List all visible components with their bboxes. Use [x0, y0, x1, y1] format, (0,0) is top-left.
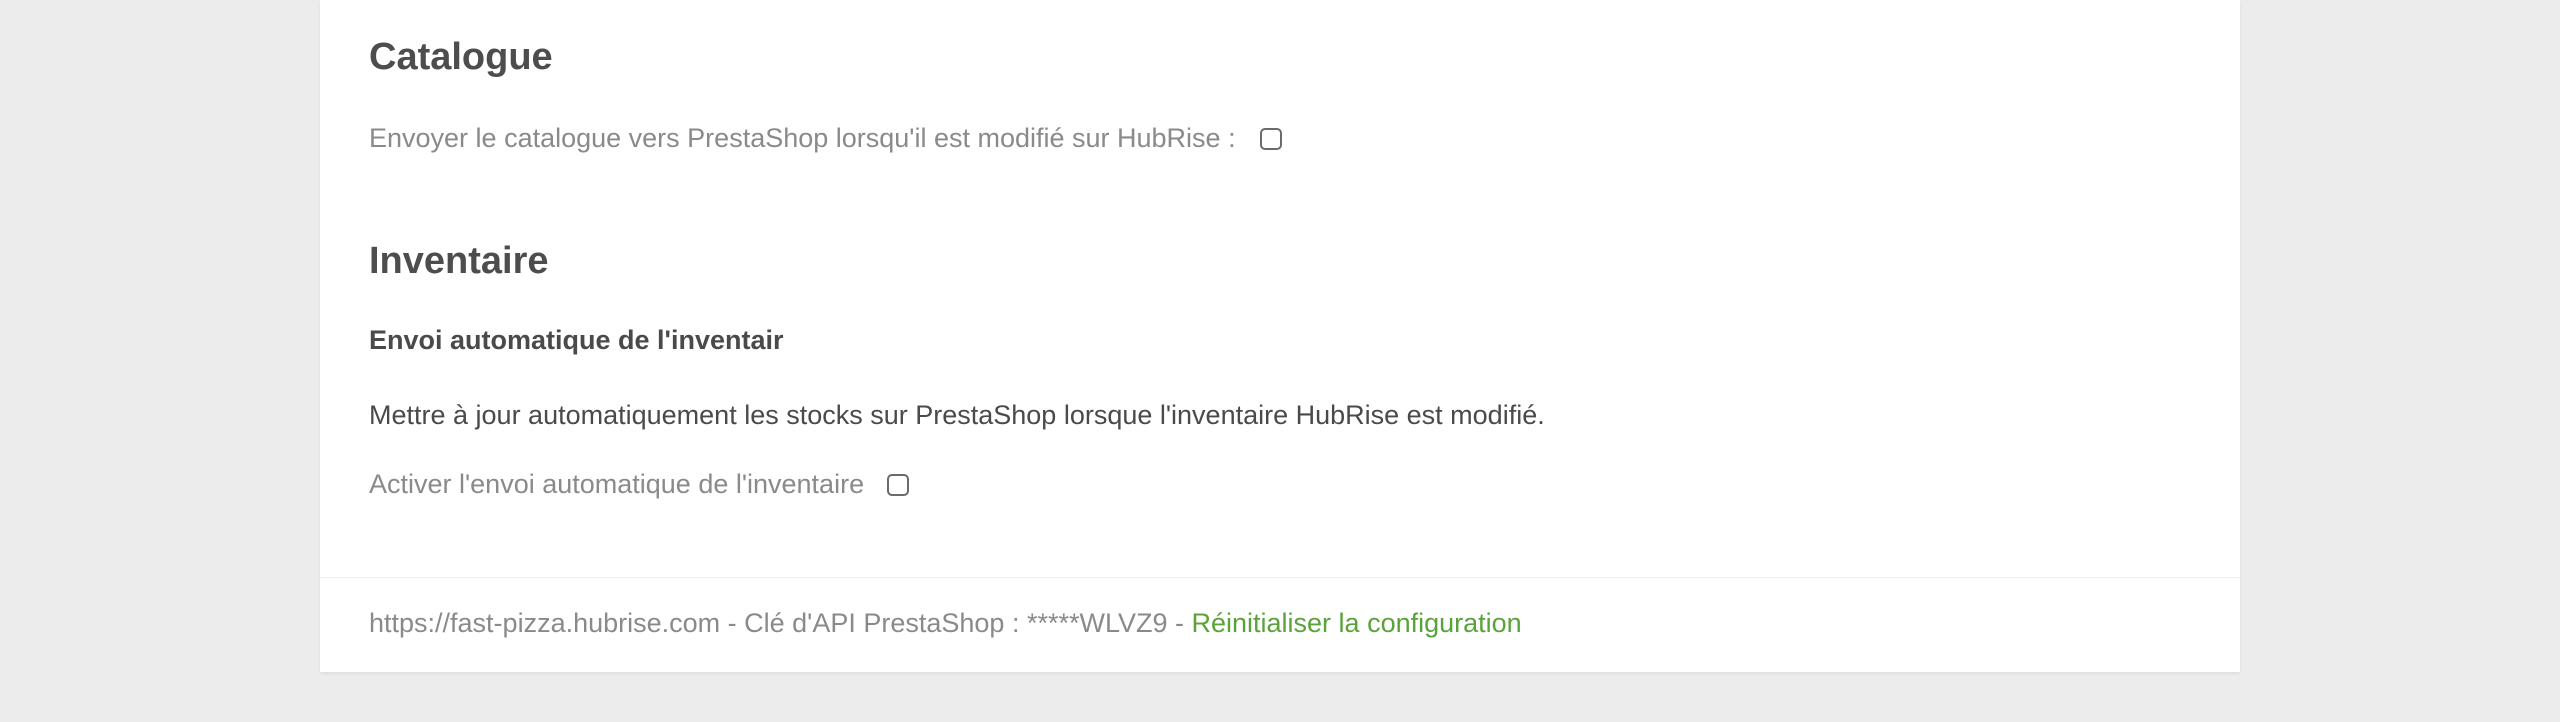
inventory-activate-checkbox[interactable] [887, 473, 910, 496]
catalogue-section: Catalogue [369, 38, 2191, 76]
inventory-description: Mettre à jour automatiquement les stocks… [369, 400, 1545, 430]
settings-card: Catalogue Envoyer le catalogue vers Pres… [320, 0, 2240, 672]
catalogue-send-checkbox[interactable] [1259, 127, 1282, 150]
inventory-activate-row: Activer l'envoi automatique de l'inventa… [369, 471, 2191, 498]
inventory-subtitle: Envoi automatique de l'inventair [369, 325, 784, 355]
footer: https://fast-pizza.hubrise.com - Clé d'A… [369, 610, 1522, 637]
catalogue-title: Catalogue [369, 36, 553, 78]
catalogue-send-label: Envoyer le catalogue vers PrestaShop lor… [369, 123, 1236, 153]
footer-info: https://fast-pizza.hubrise.com - Clé d'A… [369, 608, 1192, 638]
inventory-title: Inventaire [369, 240, 549, 282]
footer-divider [320, 577, 2240, 578]
inventory-section: Inventaire [369, 242, 2191, 280]
catalogue-send-row: Envoyer le catalogue vers PrestaShop lor… [369, 125, 2191, 152]
reset-configuration-link[interactable]: Réinitialiser la configuration [1192, 608, 1522, 638]
inventory-activate-label: Activer l'envoi automatique de l'inventa… [369, 469, 865, 499]
